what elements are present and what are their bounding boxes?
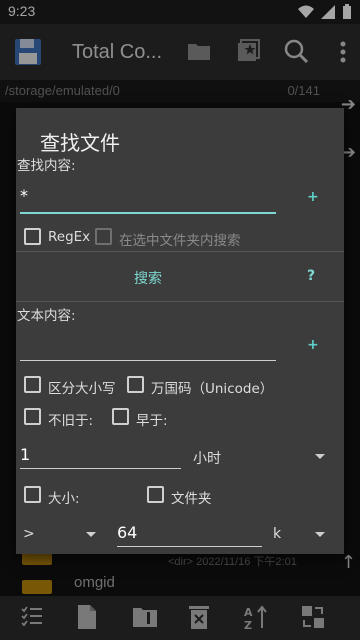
file-row-info: <dir> 2022/11/16 下午2:01 (168, 556, 297, 568)
arrow-up-icon[interactable]: ↑ (341, 552, 356, 573)
search-for-label: 查找内容: (17, 158, 76, 174)
file-row-name: omgid (74, 574, 115, 591)
folder-icon (22, 580, 52, 594)
age-value: 1 (20, 445, 31, 464)
search-for-input[interactable]: * (20, 184, 276, 214)
floppy-icon[interactable] (14, 38, 42, 66)
chevron-down-icon[interactable] (315, 532, 325, 537)
size-unit-select[interactable]: k (273, 526, 281, 542)
wifi-icon (298, 5, 314, 18)
in-selected-folders-checkbox[interactable] (95, 228, 112, 245)
dialog-title: 查找文件 (40, 131, 120, 155)
app-title: Total Co... (72, 41, 163, 63)
size-value: 64 (117, 523, 138, 542)
size-checkbox[interactable] (24, 486, 41, 503)
svg-text:A: A (244, 606, 253, 619)
older-label: 早于: (136, 413, 168, 429)
age-unit-select[interactable]: 小时 (193, 448, 221, 468)
in-selected-folders-label: 在选中文件夹内搜索 (119, 233, 241, 249)
chevron-down-icon[interactable] (86, 532, 96, 537)
unicode-label: 万国码（Unicode） (151, 381, 274, 397)
checklist-icon[interactable] (20, 604, 44, 628)
case-sensitive-label: 区分大小写 (48, 381, 116, 397)
app-bar: Total Co... (0, 24, 360, 80)
delete-icon[interactable] (188, 604, 210, 630)
selection-count: 0/141 (287, 83, 320, 98)
size-label: 大小: (48, 491, 80, 507)
add-search-button[interactable]: + (307, 189, 319, 205)
help-button[interactable]: ? (307, 268, 315, 284)
text-content-input[interactable] (20, 332, 276, 361)
status-bar: 9:23 (0, 0, 360, 24)
older-checkbox[interactable] (112, 408, 129, 425)
case-sensitive-checkbox[interactable] (24, 376, 41, 393)
chevron-down-icon[interactable] (315, 454, 325, 459)
current-path: /storage/emulated/0 (5, 83, 120, 98)
signal-icon (321, 5, 335, 19)
not-older-label: 不旧于: (48, 413, 94, 429)
find-files-dialog: 查找文件 查找内容: * + RegEx 在选中文件夹内搜索 搜索 ? 文本内容… (16, 108, 344, 554)
folder-icon[interactable] (186, 38, 212, 64)
folder-label: 文件夹 (171, 491, 212, 507)
more-vert-icon[interactable] (336, 38, 350, 66)
age-input[interactable]: 1 (20, 442, 181, 469)
text-content-label: 文本内容: (17, 308, 76, 324)
not-older-checkbox[interactable] (24, 408, 41, 425)
divider (16, 301, 344, 302)
size-input[interactable]: 64 (117, 520, 262, 547)
svg-text:Z: Z (244, 619, 252, 630)
swap-icon[interactable] (300, 604, 326, 630)
file-icon[interactable] (76, 604, 98, 630)
star-icon[interactable] (235, 38, 261, 64)
status-time: 9:23 (8, 3, 36, 19)
add-text-button[interactable]: + (307, 337, 319, 353)
regex-label: RegEx (48, 229, 91, 245)
battery-icon (343, 4, 351, 19)
divider (16, 251, 344, 252)
unicode-checkbox[interactable] (127, 376, 144, 393)
regex-checkbox[interactable] (24, 228, 41, 245)
zip-icon[interactable] (132, 604, 158, 630)
bottom-toolbar: A Z (0, 596, 360, 640)
sort-az-icon[interactable]: A Z (242, 604, 270, 630)
search-button[interactable]: 搜索 (134, 268, 162, 288)
path-bar[interactable]: /storage/emulated/0 0/141 (0, 80, 360, 102)
search-icon[interactable] (282, 38, 310, 66)
folder-checkbox[interactable] (147, 486, 164, 503)
search-for-value: * (20, 186, 28, 205)
size-compare-select[interactable]: > (23, 526, 35, 542)
